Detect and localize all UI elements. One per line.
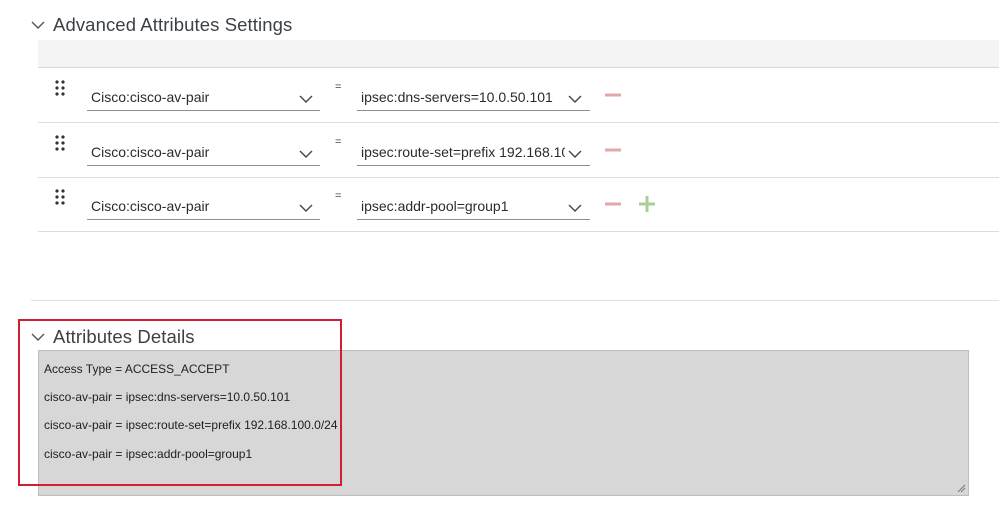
attributes-details-title: Attributes Details	[53, 326, 195, 347]
attribute-value-text: ipsec:route-set=prefix 192.168.100.0/24	[361, 144, 565, 160]
attribute-value-select[interactable]: ipsec:route-set=prefix 192.168.100.0/24	[357, 141, 590, 166]
attributes-details-toggle[interactable]: Attributes Details	[31, 326, 195, 348]
minus-icon[interactable]	[604, 195, 622, 213]
drag-handle-icon[interactable]	[55, 189, 65, 205]
chevron-down-icon	[568, 95, 582, 103]
chevron-down-icon	[31, 21, 45, 29]
drag-handle-icon[interactable]	[55, 80, 65, 96]
attribute-row: Cisco:cisco-av-pair = ipsec:dns-servers=…	[38, 68, 999, 123]
chevron-down-icon	[299, 150, 313, 158]
attribute-row: Cisco:cisco-av-pair = ipsec:route-set=pr…	[38, 123, 999, 178]
attribute-name-select[interactable]: Cisco:cisco-av-pair	[87, 141, 320, 166]
advanced-attributes-title: Advanced Attributes Settings	[53, 14, 293, 35]
attribute-name-value: Cisco:cisco-av-pair	[91, 89, 210, 105]
chevron-down-icon	[299, 204, 313, 212]
attribute-name-value: Cisco:cisco-av-pair	[91, 144, 210, 160]
attribute-value-text: ipsec:addr-pool=group1	[361, 198, 509, 214]
operator-label: =	[335, 81, 342, 93]
details-line: Access Type = ACCESS_ACCEPT	[44, 362, 230, 376]
drag-handle-icon[interactable]	[55, 135, 65, 151]
operator-label: =	[335, 136, 342, 148]
attribute-value-select[interactable]: ipsec:addr-pool=group1	[357, 195, 590, 220]
chevron-down-icon	[568, 150, 582, 158]
attributes-table-header	[38, 40, 999, 68]
resize-grip-icon[interactable]	[957, 484, 966, 493]
minus-icon[interactable]	[604, 141, 622, 159]
attributes-details-textarea[interactable]: Access Type = ACCESS_ACCEPT cisco-av-pai…	[38, 350, 969, 496]
plus-icon[interactable]	[638, 195, 656, 213]
attribute-value-select[interactable]: ipsec:dns-servers=10.0.50.101	[357, 86, 590, 111]
chevron-down-icon	[31, 333, 45, 341]
details-line: cisco-av-pair = ipsec:route-set=prefix 1…	[44, 418, 338, 432]
chevron-down-icon	[568, 204, 582, 212]
attribute-row: Cisco:cisco-av-pair = ipsec:addr-pool=gr…	[38, 177, 999, 232]
advanced-attributes-toggle[interactable]: Advanced Attributes Settings	[31, 14, 292, 36]
attribute-value-text: ipsec:dns-servers=10.0.50.101	[361, 89, 553, 105]
details-line: cisco-av-pair = ipsec:addr-pool=group1	[44, 447, 253, 461]
attribute-name-value: Cisco:cisco-av-pair	[91, 198, 210, 214]
minus-icon[interactable]	[604, 86, 622, 104]
operator-label: =	[335, 190, 342, 202]
section-divider	[31, 300, 999, 301]
attribute-name-select[interactable]: Cisco:cisco-av-pair	[87, 195, 320, 220]
details-line: cisco-av-pair = ipsec:dns-servers=10.0.5…	[44, 390, 291, 404]
chevron-down-icon	[299, 95, 313, 103]
attribute-name-select[interactable]: Cisco:cisco-av-pair	[87, 86, 320, 111]
